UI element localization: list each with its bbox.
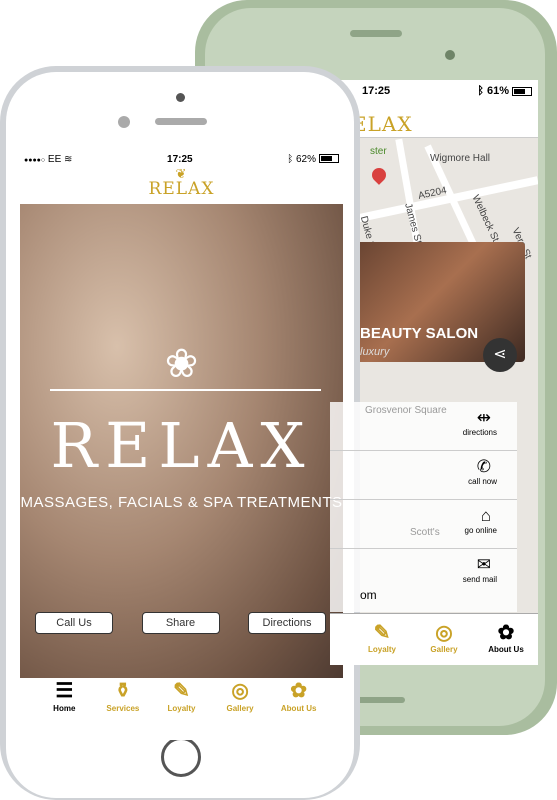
battery: ᛒ 61% — [477, 85, 532, 97]
nav-services[interactable]: ⚱ Services — [97, 678, 149, 728]
time: 17:25 — [362, 85, 391, 97]
loyalty-card-icon: ✎ — [373, 622, 391, 644]
carrier: ●●●●○ EE ≋ — [24, 153, 73, 165]
share-icon[interactable]: ⋖ — [483, 338, 517, 372]
map-label: ster — [370, 146, 387, 157]
bluetooth-icon: ᛒ — [287, 153, 296, 165]
phone-icon: ✆ — [476, 457, 491, 476]
card-subtitle: luxury — [360, 346, 390, 358]
send-mail-action[interactable]: ✉ send mail — [330, 549, 517, 598]
logo: ❦ RELAX — [20, 168, 343, 204]
call-now-action[interactable]: ✆ call now — [330, 451, 517, 500]
nav-gallery[interactable]: ◎ Gallery — [420, 614, 468, 665]
bluetooth-icon: ᛒ — [477, 85, 487, 97]
nav-gallery[interactable]: ◎ Gallery — [214, 678, 266, 728]
email-text: om — [360, 588, 377, 602]
loyalty-card-icon: ✎ — [173, 680, 190, 702]
mirror-icon: ◎ — [231, 680, 249, 702]
actions-panel: ⇹ directions ✆ call now ⌂ go online ✉ send m… — [330, 402, 517, 612]
logo: ELAX — [330, 102, 538, 138]
share-button[interactable]: Share — [141, 612, 220, 634]
house-icon: ⌂ — [480, 506, 491, 525]
nav-loyalty[interactable]: ✎ Loyalty — [155, 678, 207, 728]
battery-icon — [319, 154, 339, 164]
time: 17:25 — [167, 153, 193, 165]
front-camera — [176, 93, 185, 102]
flowers-icon: ✿ — [497, 622, 515, 644]
status-bar: ●●●●○ EE ≋ 17:25 ᛒ 62% — [20, 150, 343, 168]
map-label: Welbeck St — [469, 193, 501, 244]
hero-banner: ❀ RELAX MASSAGES, FACIALS & SPA TREATMEN… — [20, 204, 343, 678]
flowers-icon: ✿ — [290, 680, 308, 702]
towels-icon: ☰ — [55, 680, 74, 702]
directions-button[interactable]: Directions — [248, 612, 326, 634]
go-online-action[interactable]: ⌂ go online — [330, 500, 517, 549]
front-screen: ●●●●○ EE ≋ 17:25 ᛒ 62% ❦ RELAX ❀ RELAX MA… — [20, 150, 343, 740]
oils-icon: ⚱ — [114, 680, 132, 702]
divider — [50, 389, 321, 391]
back-home-bar — [355, 697, 405, 703]
front-speaker — [155, 118, 207, 125]
battery: ᛒ 62% — [287, 154, 339, 165]
battery-icon — [512, 86, 532, 96]
map-label: Scott's — [410, 527, 440, 538]
nav-about-us[interactable]: ✿ About Us — [273, 678, 325, 728]
map-label: Grosvenor Square — [365, 405, 447, 416]
home-button[interactable] — [161, 737, 201, 777]
bottom-nav: ✎ Loyalty ◎ Gallery ✿ About Us — [330, 613, 538, 665]
nav-loyalty[interactable]: ✎ Loyalty — [358, 614, 406, 665]
lotus-icon: ❀ — [164, 342, 199, 386]
map-pin-icon[interactable] — [369, 165, 389, 185]
hero-title: RELAX — [50, 409, 313, 482]
front-sensor — [118, 116, 130, 128]
back-screen: 17:25 ᛒ 61% ELAX ster Wigmore Hall A5204 … — [330, 80, 538, 665]
hero-tagline: MASSAGES, FACIALS & SPA TREATMENTS — [20, 494, 343, 511]
bottom-nav: ☰ Home ⚱ Services ✎ Loyalty ◎ Gallery ✿ About… — [20, 678, 343, 728]
call-us-button[interactable]: Call Us — [35, 612, 113, 634]
nav-about-us[interactable]: ✿ About Us — [482, 614, 530, 665]
envelope-icon: ✉ — [476, 555, 491, 574]
card-title: BEAUTY SALON — [360, 325, 479, 342]
back-camera — [445, 50, 455, 60]
back-speaker — [350, 30, 402, 37]
map-label: Wigmore Hall — [430, 153, 491, 164]
nav-home[interactable]: ☰ Home — [38, 678, 90, 728]
mirror-icon: ◎ — [435, 622, 453, 644]
status-bar: 17:25 ᛒ 61% — [330, 80, 538, 102]
wifi-icon: ≋ — [64, 153, 73, 165]
